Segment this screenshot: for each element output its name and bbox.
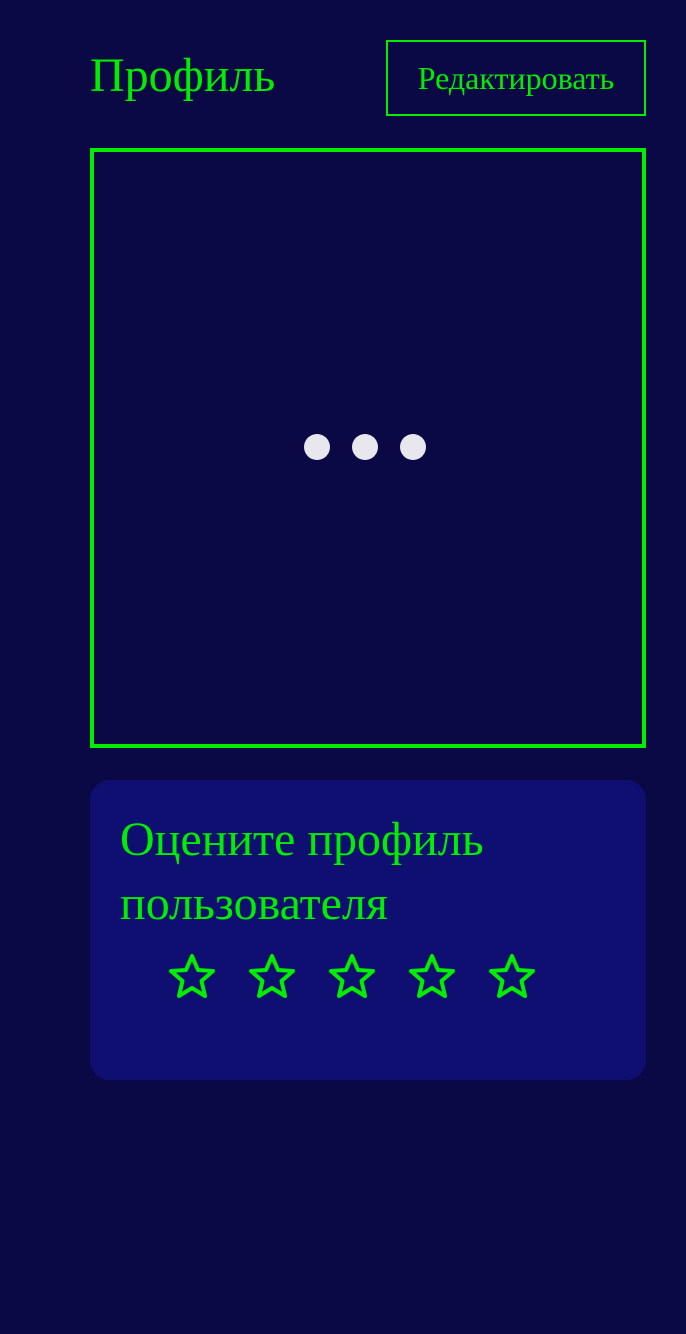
page-title: Профиль: [90, 49, 276, 102]
star-rating-2[interactable]: [246, 952, 298, 1002]
star-rating: [166, 952, 566, 1002]
star-rating-1[interactable]: [166, 952, 218, 1002]
loading-dot: [400, 434, 426, 460]
star-rating-5[interactable]: [486, 952, 538, 1002]
star-outline-icon: [169, 954, 215, 998]
loading-dot: [304, 434, 330, 460]
edit-button[interactable]: Редактировать: [386, 40, 646, 116]
loading-dot: [352, 434, 378, 460]
rating-prompt: Оцените профиль пользователя: [120, 813, 484, 930]
star-rating-4[interactable]: [406, 952, 458, 1002]
star-outline-icon: [409, 954, 455, 998]
rating-card: Оцените профиль пользователя: [90, 780, 646, 1080]
star-rating-3[interactable]: [326, 952, 378, 1002]
star-outline-icon: [489, 954, 535, 998]
star-outline-icon: [329, 954, 375, 998]
profile-image-frame: [90, 148, 646, 748]
star-outline-icon: [249, 954, 295, 998]
loading-indicator: [304, 434, 434, 462]
